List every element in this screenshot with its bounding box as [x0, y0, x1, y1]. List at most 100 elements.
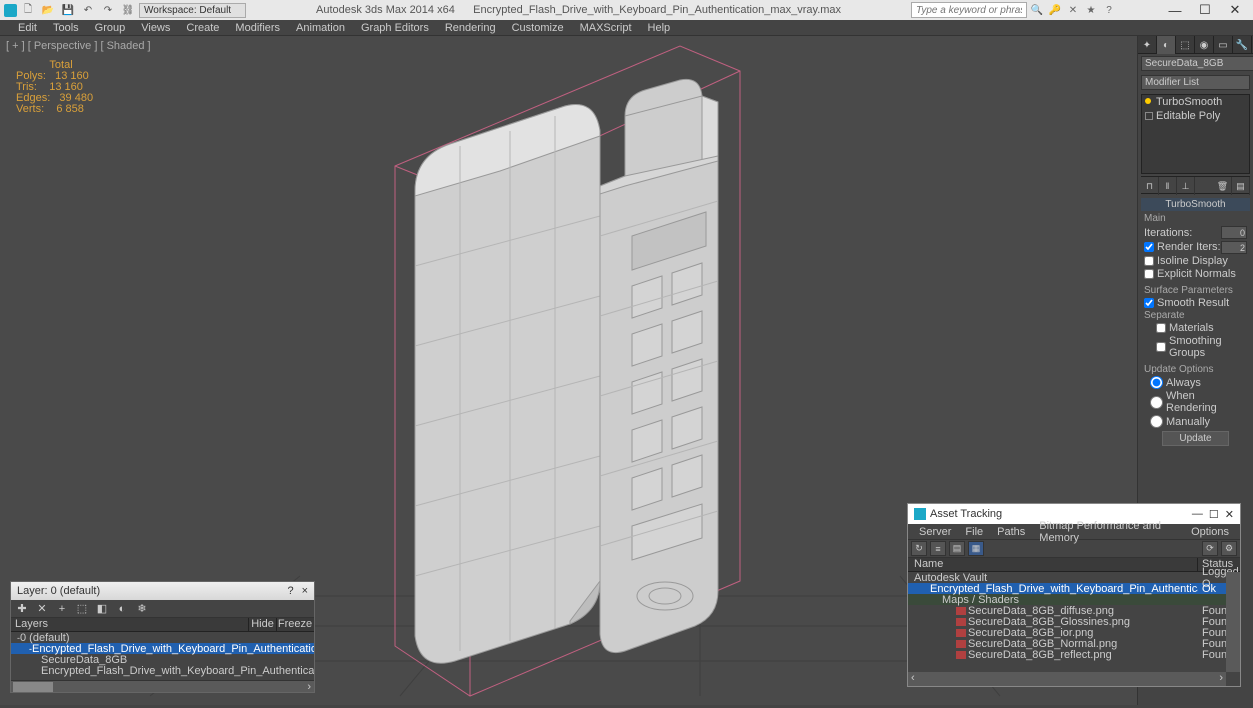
infocenter-star-icon[interactable]: ★	[1083, 2, 1099, 18]
asset-menu-paths[interactable]: Paths	[990, 526, 1032, 538]
asset-row[interactable]: SecureData_8GB_diffuse.pngFound	[908, 605, 1240, 616]
qat-undo-icon[interactable]: ↶	[79, 2, 97, 18]
layer-col-layers[interactable]: Layers	[11, 618, 249, 631]
layer-freeze-icon[interactable]: ❄	[134, 602, 150, 616]
isoline-check[interactable]	[1144, 256, 1154, 266]
smoothing-groups-check[interactable]	[1156, 342, 1166, 352]
qat-redo-icon[interactable]: ↷	[99, 2, 117, 18]
object-name-field[interactable]	[1141, 56, 1253, 71]
asset-maximize-icon[interactable]: ☐	[1209, 508, 1219, 521]
layer-row[interactable]: -Encrypted_Flash_Drive_with_Keyboard_Pin…	[11, 643, 314, 654]
layer-add-sel-icon[interactable]: +	[54, 602, 70, 616]
layer-select-icon[interactable]: ⬚	[74, 602, 90, 616]
menu-graph-editors[interactable]: Graph Editors	[353, 22, 437, 34]
layer-hide-icon[interactable]: ◐	[114, 602, 130, 616]
menu-help[interactable]: Help	[640, 22, 679, 34]
layer-highlight-icon[interactable]: ◧	[94, 602, 110, 616]
menu-edit[interactable]: Edit	[10, 22, 45, 34]
smooth-result-check[interactable]	[1144, 298, 1154, 308]
pin-stack-icon[interactable]: ⊓	[1141, 177, 1159, 195]
menu-create[interactable]: Create	[178, 22, 227, 34]
asset-view2-icon[interactable]: ▤	[949, 541, 965, 556]
infocenter-exchange-icon[interactable]: ✕	[1065, 2, 1081, 18]
iterations-spinner[interactable]	[1221, 226, 1247, 239]
asset-minimize-icon[interactable]: —	[1192, 508, 1203, 521]
qat-save-icon[interactable]: 💾	[59, 2, 77, 18]
layer-row[interactable]: -0 (default)	[11, 632, 314, 643]
asset-menu-bitmap[interactable]: Bitmap Performance and Memory	[1032, 520, 1184, 544]
update-manually-radio[interactable]	[1150, 415, 1163, 428]
window-maximize-button[interactable]: ☐	[1191, 1, 1219, 19]
modifier-editable-poly[interactable]: Editable Poly	[1142, 109, 1249, 123]
asset-scrollbar-h[interactable]: ‹›	[908, 672, 1226, 686]
asset-menu-server[interactable]: Server	[912, 526, 958, 538]
tab-create-icon[interactable]: ✦	[1138, 36, 1157, 54]
asset-view3-icon[interactable]: ▦	[968, 541, 984, 556]
asset-row[interactable]: Autodesk VaultLogged O	[908, 572, 1240, 583]
search-input[interactable]	[911, 2, 1027, 18]
materials-check[interactable]	[1156, 323, 1166, 333]
asset-view1-icon[interactable]: ≡	[930, 541, 946, 556]
app-icon[interactable]	[4, 4, 17, 17]
menu-rendering[interactable]: Rendering	[437, 22, 504, 34]
configure-sets-icon[interactable]: ▤	[1232, 177, 1250, 195]
asset-row[interactable]: SecureData_8GB_reflect.pngFound	[908, 649, 1240, 660]
tab-utilities-icon[interactable]: 🔧	[1233, 36, 1252, 54]
layer-new-icon[interactable]: ✚	[14, 602, 30, 616]
asset-row[interactable]: Maps / Shaders	[908, 594, 1240, 605]
layer-tree[interactable]: -0 (default)-Encrypted_Flash_Drive_with_…	[11, 632, 314, 676]
layer-panel-titlebar[interactable]: Layer: 0 (default) ? ×	[11, 582, 314, 600]
asset-tool-a-icon[interactable]: ⟳	[1202, 541, 1218, 556]
remove-modifier-icon[interactable]: 🗑	[1214, 177, 1232, 195]
asset-row[interactable]: Encrypted_Flash_Drive_with_Keyboard_Pin_…	[908, 583, 1240, 594]
make-unique-icon[interactable]: ⊥	[1177, 177, 1195, 195]
window-close-button[interactable]: ✕	[1221, 1, 1249, 19]
layer-help-icon[interactable]: ?	[287, 585, 293, 597]
rollout-turbosmooth-header[interactable]: TurboSmooth	[1141, 198, 1250, 211]
layer-col-hide[interactable]: Hide	[249, 618, 277, 631]
asset-row[interactable]: SecureData_8GB_Normal.pngFound	[908, 638, 1240, 649]
render-iters-spinner[interactable]	[1221, 241, 1247, 254]
tab-display-icon[interactable]: ▭	[1214, 36, 1233, 54]
render-iters-check[interactable]	[1144, 242, 1154, 252]
infocenter-search-icon[interactable]: 🔍	[1029, 2, 1045, 18]
layer-row[interactable]: Encrypted_Flash_Drive_with_Keyboard_Pin_…	[11, 665, 314, 676]
asset-tree[interactable]: Autodesk VaultLogged OEncrypted_Flash_Dr…	[908, 572, 1240, 660]
layer-close-icon[interactable]: ×	[302, 585, 308, 597]
asset-refresh-icon[interactable]: ↻	[911, 541, 927, 556]
menu-customize[interactable]: Customize	[504, 22, 572, 34]
menu-views[interactable]: Views	[133, 22, 178, 34]
asset-menu-file[interactable]: File	[958, 526, 990, 538]
modifier-list-dropdown[interactable]: Modifier List	[1141, 75, 1250, 90]
layer-col-freeze[interactable]: Freeze	[277, 618, 313, 631]
layer-row[interactable]: SecureData_8GB	[11, 654, 314, 665]
modifier-stack[interactable]: TurboSmooth Editable Poly	[1141, 94, 1250, 174]
explicit-check[interactable]	[1144, 269, 1154, 279]
tab-modify-icon[interactable]: ◐	[1157, 36, 1176, 54]
show-end-result-icon[interactable]: ‖	[1159, 177, 1177, 195]
qat-link-icon[interactable]: ⛓	[119, 2, 137, 18]
update-rendering-radio[interactable]	[1150, 396, 1163, 409]
asset-row[interactable]: SecureData_8GB_Glossines.pngFound	[908, 616, 1240, 627]
layer-delete-icon[interactable]: ✕	[34, 602, 50, 616]
layer-scrollbar-h[interactable]: ›	[11, 680, 314, 692]
menu-maxscript[interactable]: MAXScript	[572, 22, 640, 34]
qat-open-icon[interactable]: 📂	[39, 2, 57, 18]
update-button[interactable]: Update	[1162, 431, 1228, 446]
asset-tool-b-icon[interactable]: ⚙	[1221, 541, 1237, 556]
menu-group[interactable]: Group	[87, 22, 134, 34]
asset-scrollbar-v[interactable]	[1226, 572, 1240, 672]
qat-new-icon[interactable]: 🗋	[19, 2, 37, 18]
asset-close-icon[interactable]: ✕	[1225, 508, 1234, 521]
tab-hierarchy-icon[interactable]: ⬚	[1176, 36, 1195, 54]
menu-animation[interactable]: Animation	[288, 22, 353, 34]
workspace-selector[interactable]: Workspace: Default	[139, 3, 246, 18]
viewport-label[interactable]: [ + ] [ Perspective ] [ Shaded ]	[6, 40, 151, 52]
menu-tools[interactable]: Tools	[45, 22, 87, 34]
window-minimize-button[interactable]: —	[1161, 1, 1189, 19]
asset-col-name[interactable]: Name	[908, 558, 1198, 571]
asset-row[interactable]: SecureData_8GB_ior.pngFound	[908, 627, 1240, 638]
infocenter-help-icon[interactable]: ?	[1101, 2, 1117, 18]
menu-modifiers[interactable]: Modifiers	[227, 22, 288, 34]
tab-motion-icon[interactable]: ◉	[1195, 36, 1214, 54]
